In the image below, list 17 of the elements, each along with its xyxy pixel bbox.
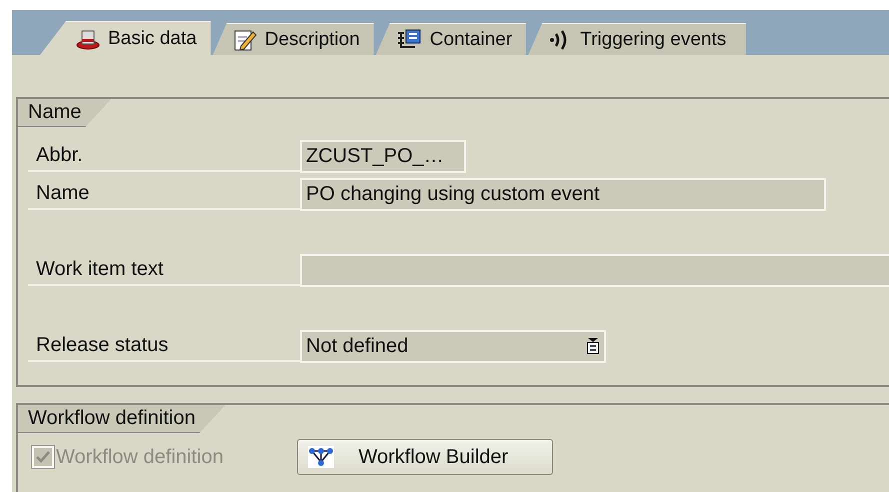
- group-title: Name: [18, 99, 112, 127]
- input-field[interactable]: [300, 254, 889, 286]
- dropdown-list-icon[interactable]: [586, 337, 600, 355]
- checkmark-icon: [36, 451, 50, 463]
- pencil-notepad-icon: [232, 28, 257, 52]
- checkbox-label: Workflow definition: [56, 446, 224, 468]
- top-hat-icon: [76, 28, 100, 50]
- tab[interactable]: Basic data: [40, 21, 211, 55]
- group-title: Workflow definition: [18, 405, 226, 433]
- tab[interactable]: Container: [376, 23, 526, 55]
- input-field[interactable]: ZCUST_PO_…: [300, 140, 466, 172]
- tab[interactable]: Description: [212, 23, 374, 55]
- dropdown-field[interactable]: Not defined: [300, 330, 606, 362]
- network-nodes-icon: [308, 446, 334, 468]
- tab[interactable]: Triggering events: [528, 23, 746, 55]
- workflow-builder-button[interactable]: Workflow Builder: [297, 439, 554, 475]
- input-field[interactable]: PO changing using custom event: [300, 178, 826, 210]
